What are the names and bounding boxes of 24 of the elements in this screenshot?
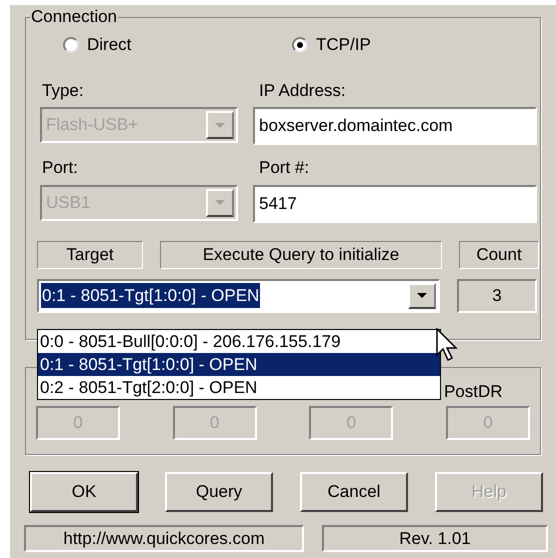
radio-button[interactable] (292, 36, 308, 53)
field-label: Port #: (259, 158, 310, 177)
field-label: Type: (42, 80, 84, 100)
column-header: Count (459, 240, 539, 268)
target-dropdown[interactable]: 0:1 - 8051-Tgt[1:0:0] - OPEN (37, 278, 440, 312)
dropdown-option[interactable]: 0:2 - 8051-Tgt[2:0:0] - OPEN (38, 376, 440, 399)
status-bar-panel: http://www.quickcores.com (24, 525, 304, 552)
field-label: PostDR (444, 380, 503, 402)
radio-label: TCP/IP (316, 34, 371, 56)
field-label: IP Address: (259, 80, 346, 100)
dropdown-option[interactable]: 0:1 - 8051-Tgt[1:0:0] - OPEN (38, 353, 440, 376)
radio-label: Direct (87, 34, 132, 56)
radio-button[interactable] (63, 36, 79, 53)
dropdown-option[interactable]: 0:0 - 8051-Bull[0:0:0] - 206.176.155.179 (38, 330, 440, 353)
column-header: Execute Query to initialize (160, 240, 442, 268)
input-field[interactable]: boxserver.domaintec.com (253, 107, 537, 145)
dialog-button[interactable]: Cancel (300, 472, 408, 512)
count-display: 3 (457, 278, 537, 312)
column-header: Target (37, 240, 143, 268)
field-label: Port: (42, 158, 78, 177)
input-field[interactable]: 5417 (253, 184, 537, 222)
dialog-button[interactable]: OK (30, 472, 138, 512)
status-bar-panel: Rev. 1.01 (322, 525, 548, 552)
dialog-button[interactable]: Query (165, 472, 273, 512)
